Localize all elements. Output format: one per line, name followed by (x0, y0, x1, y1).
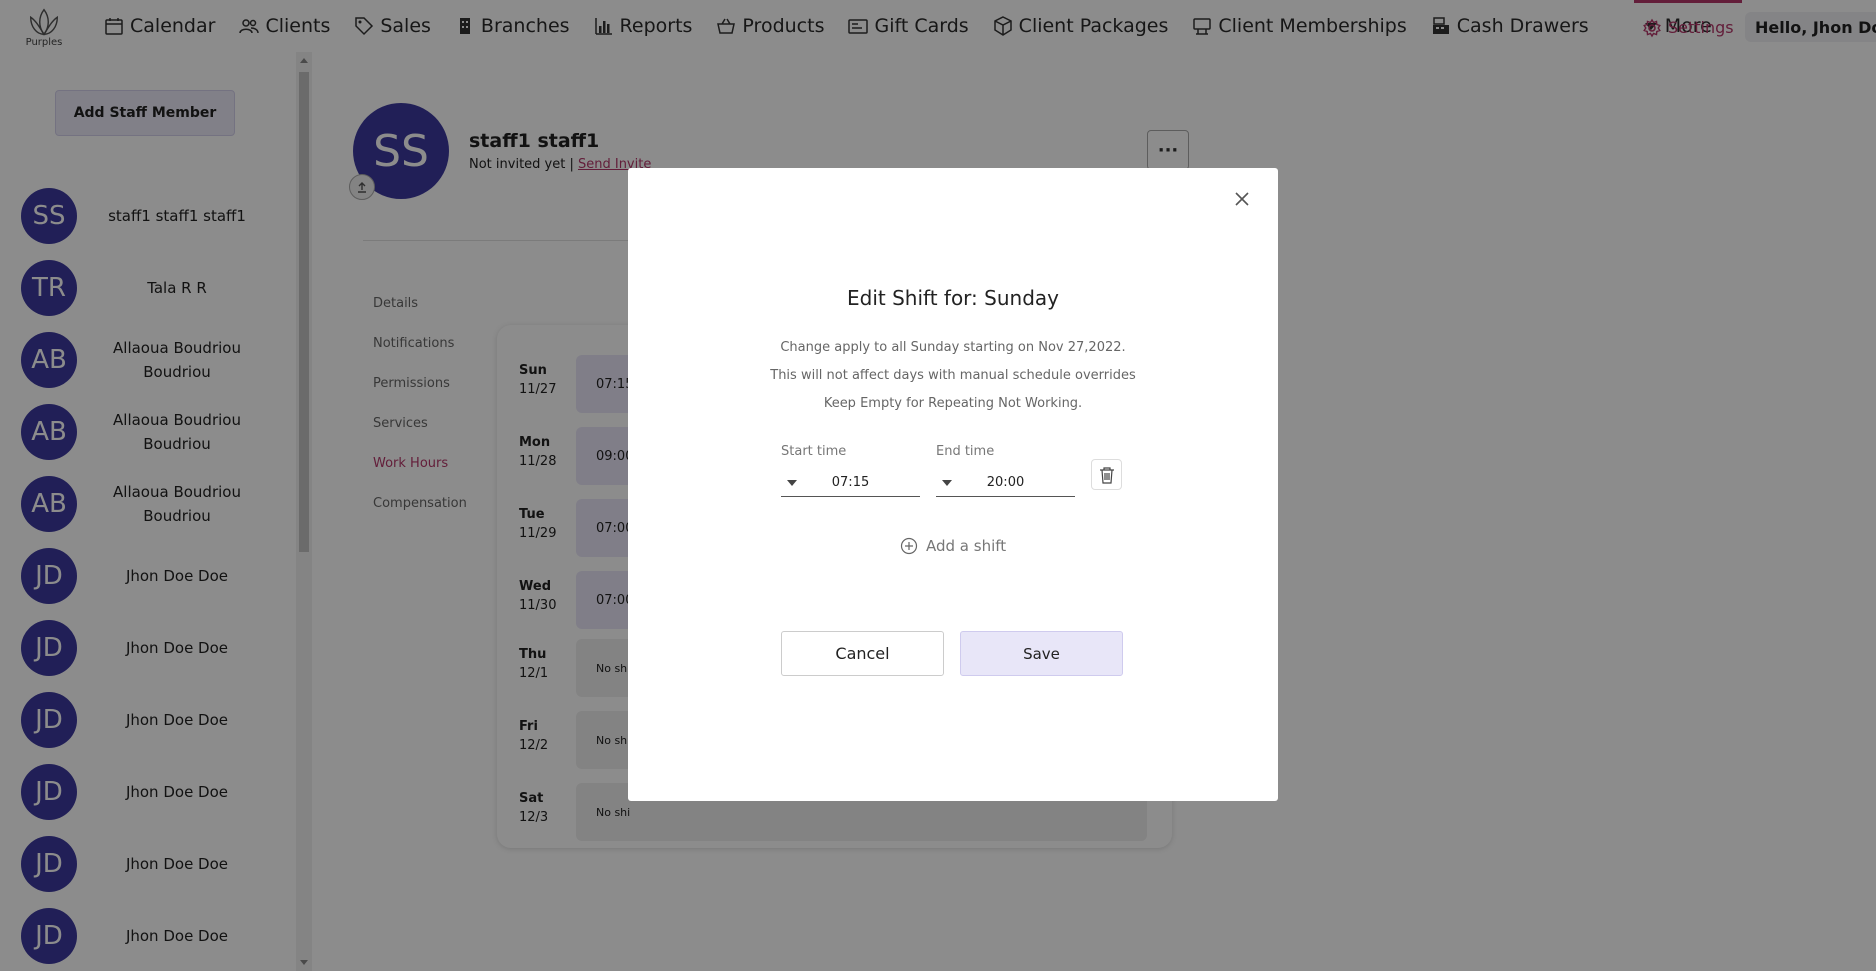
start-time-select[interactable]: 07:15 (781, 469, 920, 497)
add-shift-button[interactable]: Add a shift (900, 537, 1006, 555)
end-time-label: End time (936, 444, 995, 459)
close-button[interactable] (1229, 186, 1255, 212)
end-time-value: 20:00 (986, 475, 1025, 490)
add-shift-label: Add a shift (926, 537, 1007, 555)
save-button[interactable]: Save (960, 631, 1123, 676)
modal-title: Edit Shift for: Sunday (847, 286, 1059, 310)
close-icon (1235, 192, 1249, 206)
edit-shift-modal: Edit Shift for: Sunday Change apply to a… (628, 168, 1278, 801)
description-line: Keep Empty for Repeating Not Working. (823, 396, 1083, 411)
end-time-select[interactable]: 20:00 (936, 469, 1075, 497)
start-time-value: 07:15 (831, 475, 870, 490)
end-time-field: End time 20:00 (936, 444, 1075, 497)
plus-circle-icon (900, 537, 918, 555)
description-line: This will not affect days with manual sc… (770, 368, 1136, 383)
start-time-label: Start time (781, 444, 847, 459)
cancel-button[interactable]: Cancel (781, 631, 944, 676)
trash-icon (1099, 466, 1114, 484)
description-line: Change apply to all Sunday starting on N… (780, 340, 1126, 355)
modal-description: Change apply to all Sunday starting on N… (628, 334, 1278, 418)
delete-shift-button[interactable] (1091, 459, 1122, 490)
start-time-field: Start time 07:15 (781, 444, 920, 497)
